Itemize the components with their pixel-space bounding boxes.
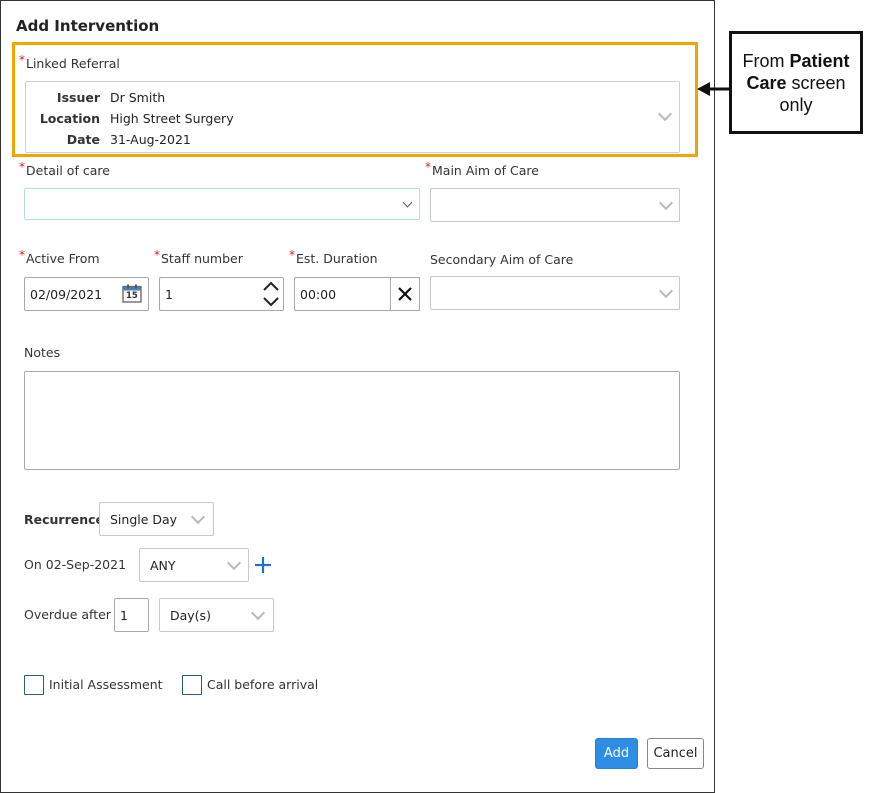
est-duration-label-wrap: *Est. Duration [289,248,378,267]
initial-assessment-label: Initial Assessment [49,677,163,692]
calendar-icon[interactable]: 15 [122,284,142,303]
chevron-down-icon [250,605,266,621]
est-duration-value: 00:00 [300,286,337,302]
required-marker: * [154,248,160,262]
arrow-left-icon [697,81,731,97]
staff-number-value: 1 [165,286,173,302]
callout-text-2: screen [786,72,846,93]
overdue-label: Overdue after [24,607,111,622]
clear-x-icon [398,287,412,301]
recurrence-select[interactable]: Single Day [99,502,214,536]
recurrence-label: Recurrence [24,512,105,527]
chevron-down-icon [658,283,674,299]
spinner-arrows-icon[interactable] [261,280,281,308]
staff-number-label: Staff number [161,251,243,266]
callout-text-3: only [779,94,813,115]
call-before-arrival-label: Call before arrival [207,677,319,692]
required-marker: * [19,248,25,262]
recurrence-value: Single Day [110,511,178,527]
chevron-down-icon [190,509,206,525]
chevron-down-icon [658,195,674,211]
notes-textarea[interactable] [24,371,680,470]
main-aim-label-wrap: *Main Aim of Care [425,160,539,179]
overdue-unit-value: Day(s) [170,607,211,623]
detail-of-care-label-wrap: *Detail of care [19,160,110,179]
secondary-aim-label: Secondary Aim of Care [430,252,574,267]
active-from-value: 02/09/2021 [30,286,103,302]
est-duration-input[interactable]: 00:00 [294,277,391,311]
required-marker: * [19,160,25,174]
secondary-aim-select[interactable] [430,276,680,310]
callout-note: From Patient Care screen only [729,31,863,134]
required-marker: * [425,160,431,174]
callout-text-1: From [742,50,790,71]
detail-of-care-select[interactable] [24,188,420,220]
call-before-arrival-checkbox[interactable] [182,675,202,695]
on-date-select[interactable]: ANY [139,548,249,582]
staff-number-label-wrap: *Staff number [154,248,243,267]
callout-text: From Patient Care screen only [742,50,849,116]
add-button[interactable]: Add [595,738,638,769]
chevron-down-icon [226,555,242,571]
overdue-number-value: 1 [120,607,128,623]
on-date-value: ANY [150,557,176,573]
chevron-down-icon [402,197,413,208]
overdue-number-input[interactable]: 1 [114,598,149,632]
initial-assessment-checkbox[interactable] [24,675,44,695]
on-date-label: On 02-Sep-2021 [24,557,127,572]
cancel-button[interactable]: Cancel [647,738,704,769]
est-duration-label: Est. Duration [296,251,378,266]
callout-bold-1: Patient [789,50,850,71]
clear-duration-button[interactable] [390,277,420,311]
active-from-label: Active From [26,251,100,266]
plus-icon[interactable] [254,556,272,574]
detail-of-care-label: Detail of care [26,163,110,178]
highlight-frame [12,42,698,157]
main-aim-label: Main Aim of Care [432,163,539,178]
calendar-day: 15 [126,291,138,301]
overdue-unit-select[interactable]: Day(s) [159,598,274,632]
notes-label: Notes [24,345,61,360]
main-aim-select[interactable] [430,188,680,222]
dialog-title: Add Intervention [16,17,160,35]
active-from-label-wrap: *Active From [19,248,100,267]
required-marker: * [289,248,295,262]
callout-bold-2: Care [746,72,787,93]
